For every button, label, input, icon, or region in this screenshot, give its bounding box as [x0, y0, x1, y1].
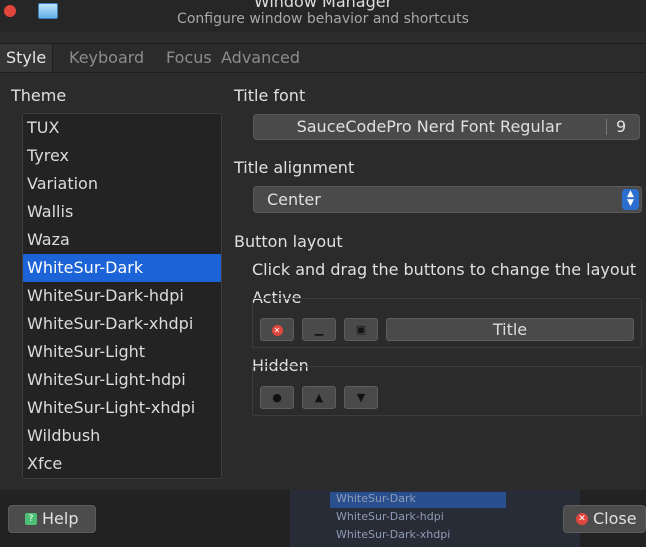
- window-title: Window Manager: [253, 0, 393, 11]
- theme-list-item[interactable]: Wallis: [23, 198, 221, 226]
- tab-keyboard[interactable]: Keyboard: [63, 44, 150, 72]
- tab-advanced[interactable]: Advanced: [215, 44, 306, 72]
- help-icon: ?: [25, 513, 37, 525]
- shade-up-icon: ▲: [314, 391, 324, 404]
- title-font-size: 9: [616, 117, 627, 136]
- close-button[interactable]: ✕ Close: [563, 505, 646, 533]
- theme-list[interactable]: TUX Tyrex Variation Wallis Waza WhiteSur…: [22, 113, 222, 479]
- help-button[interactable]: ? Help: [8, 505, 96, 533]
- theme-list-item[interactable]: WhiteSur-Light-hdpi: [23, 366, 221, 394]
- maximize-icon: ▣: [355, 323, 367, 336]
- theme-list-item[interactable]: Tyrex: [23, 142, 221, 170]
- updown-arrows-icon: ▲ ▼: [622, 189, 639, 210]
- theme-list-item[interactable]: Xfce: [23, 450, 221, 478]
- theme-list-item[interactable]: Waza: [23, 226, 221, 254]
- maximize-button-slot[interactable]: ▣: [344, 318, 378, 341]
- menu-button-slot[interactable]: ▼: [344, 386, 378, 409]
- background-window-row: WhiteSur-Dark: [330, 492, 506, 508]
- background-window-row: WhiteSur-Dark-xhdpi: [336, 528, 451, 541]
- title-font-name: SauceCodePro Nerd Font Regular: [296, 117, 562, 136]
- window-subtitle: Configure window behavior and shortcuts: [177, 11, 469, 27]
- tab-bar: Style Keyboard Focus Advanced: [0, 44, 646, 73]
- title-font-label: Title font: [234, 86, 306, 105]
- minimize-button-slot[interactable]: ▁: [302, 318, 336, 341]
- theme-list-item[interactable]: WhiteSur-Light: [23, 338, 221, 366]
- background-window-row: WhiteSur-Dark-hdpi: [336, 510, 444, 523]
- theme-label: Theme: [11, 86, 67, 105]
- tab-style[interactable]: Style: [0, 44, 54, 72]
- title-alignment-value: Center: [267, 190, 321, 209]
- theme-list-item[interactable]: Variation: [23, 170, 221, 198]
- theme-list-item[interactable]: WhiteSur-Dark-xhdpi: [23, 310, 221, 338]
- shade-button-slot[interactable]: ▲: [302, 386, 336, 409]
- theme-list-item[interactable]: WhiteSur-Light-xhdpi: [23, 394, 221, 422]
- minimize-icon: ▁: [314, 323, 324, 336]
- button-layout-hint: Click and drag the buttons to change the…: [252, 260, 637, 279]
- title-alignment-select[interactable]: Center ▲ ▼: [253, 186, 642, 213]
- close-button-label: Close: [593, 509, 637, 528]
- title-alignment-label: Title alignment: [234, 158, 355, 177]
- title-font-button[interactable]: SauceCodePro Nerd Font Regular 9: [253, 114, 640, 140]
- stick-button-slot[interactable]: ●: [260, 386, 294, 409]
- close-x-icon: ✕: [271, 324, 283, 336]
- close-icon: ✕: [576, 513, 588, 525]
- theme-list-item[interactable]: TUX: [23, 114, 221, 142]
- title-button-slot[interactable]: Title: [386, 318, 634, 341]
- stick-icon: ●: [272, 391, 282, 404]
- font-button-divider: [606, 119, 607, 135]
- window-titlebar: Window Manager Configure window behavior…: [0, 0, 646, 32]
- help-button-label: Help: [42, 509, 79, 528]
- theme-list-item[interactable]: WhiteSur-Dark-hdpi: [23, 282, 221, 310]
- tab-focus[interactable]: Focus: [160, 44, 218, 72]
- menu-down-icon: ▼: [356, 391, 366, 404]
- close-button-slot[interactable]: ✕: [260, 318, 294, 341]
- theme-list-item-selected[interactable]: WhiteSur-Dark: [23, 254, 221, 282]
- button-layout-label: Button layout: [234, 232, 343, 251]
- theme-list-item[interactable]: Wildbush: [23, 422, 221, 450]
